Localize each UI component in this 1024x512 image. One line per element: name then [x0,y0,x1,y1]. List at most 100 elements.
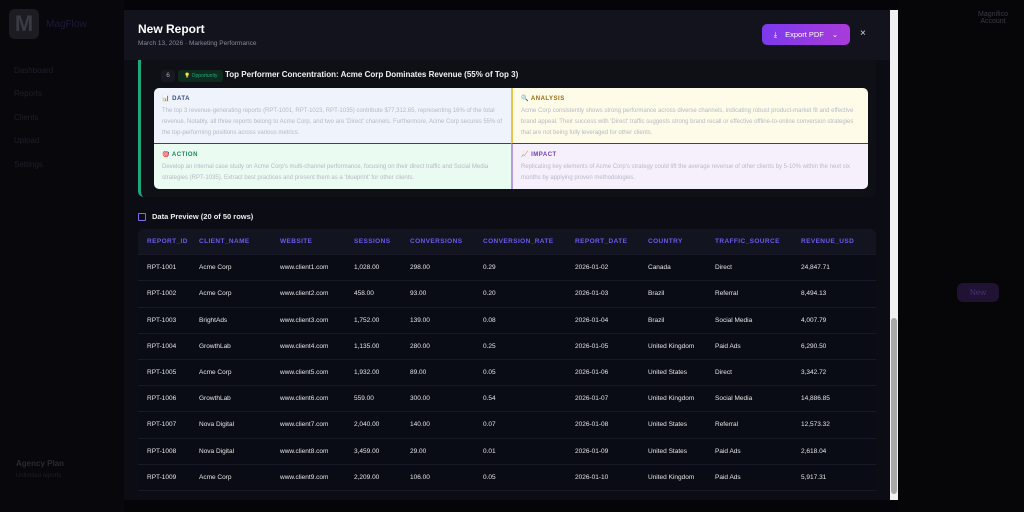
table-cell: www.client1.com [280,264,329,272]
table-cell: RPT-1007 [147,421,177,429]
table-cell: 2026-01-08 [575,421,609,429]
table-cell: Acme Corp [199,369,232,377]
table-row: RPT-1006 GrowthLab www.client6.com 559.00 30… [138,386,876,413]
table-cell: Acme Corp [199,290,232,298]
column-header: COUNTRY [648,238,683,246]
table-cell: RPT-1009 [147,473,177,481]
analysis-label: ANALYSIS [530,96,565,102]
user-role: Account [980,18,1006,25]
data-section: 📊 DATA The top 3 revenue-generating repo… [154,88,511,143]
table-cell: 0.25 [483,342,496,350]
table-cell: 6,290.50 [801,342,827,350]
table-cell: Acme Corp [199,473,232,481]
table-cell: 14,886.85 [801,395,830,403]
table-cell: Nova Digital [199,421,235,429]
sidebar-item-reports[interactable]: Reports [14,89,42,98]
plan-subtitle: Unlimited reports [16,473,62,479]
table-cell: 2,040.00 [354,421,380,429]
sidebar-item-upload[interactable]: Upload [14,136,39,145]
table-icon [138,212,146,221]
table-cell: 300.00 [410,395,430,403]
table-cell: Acme Corp [199,264,232,272]
chart-up-icon: 📈 [521,152,532,158]
table-header: REPORT_ID CLIENT_NAME WEBSITE SESSIONS CONVE… [138,229,876,256]
plan-name: Agency Plan [16,459,65,468]
table-cell: 1,752.00 [354,316,380,324]
insight-card: 6 💡 Opportunity Top Performer Concentrat… [138,60,876,197]
table-row: RPT-1003 BrightAds www.client3.com 1,752.00… [138,307,876,334]
table-cell: Social Media [715,395,753,403]
table-cell: www.client2.com [280,290,329,298]
table-cell: Referral [715,421,739,429]
logo: M [9,9,39,39]
table-cell: Paid Ads [715,342,741,350]
impact-section: 📈 IMPACT Replicating key elements of Acm… [511,143,868,189]
analysis-section: 🔍 ANALYSIS Acme Corp consistently shows … [511,88,868,143]
modal-subtitle: March 13, 2026 · Marketing Performance [138,40,257,47]
table-cell: 12,573.32 [801,421,830,429]
table-row: RPT-1001 Acme Corp www.client1.com 1,028.00… [138,255,876,282]
table-cell: Direct [715,264,732,272]
report-modal: New Report March 13, 2026 · Marketing Pe… [124,10,898,500]
table-cell: Brazil [648,290,665,298]
table-cell: 2026-01-06 [575,369,609,377]
export-pdf-button[interactable]: ⤓ Export PDF ⌄ [762,24,850,45]
column-header: REPORT_DATE [575,238,628,246]
table-cell: United Kingdom [648,473,695,481]
column-header: REPORT_ID [147,238,188,246]
table-cell: 0.05 [483,369,496,377]
table-cell: Referral [715,290,739,298]
insight-title: Top Performer Concentration: Acme Corp D… [225,70,519,79]
scrollbar[interactable] [890,10,898,500]
table-cell: RPT-1006 [147,395,177,403]
table-cell: Social Media [715,316,753,324]
table-cell: Paid Ads [715,473,741,481]
table-cell: GrowthLab [199,395,231,403]
opportunity-badge: 💡 Opportunity [178,70,224,82]
table-cell: RPT-1001 [147,264,177,272]
table-cell: 0.05 [483,473,496,481]
column-header: SESSIONS [354,238,391,246]
data-preview-table: REPORT_ID CLIENT_NAME WEBSITE SESSIONS CONVE… [138,229,876,491]
user-name: Magnifico Account [970,11,1016,25]
column-header: CONVERSIONS [410,238,463,246]
table-cell: 280.00 [410,342,430,350]
impact-label: IMPACT [531,152,557,158]
table-cell: RPT-1002 [147,290,177,298]
table-cell: United States [648,447,688,455]
table-cell: RPT-1008 [147,447,177,455]
sidebar-item-settings[interactable]: Settings [14,160,43,169]
export-label: Export PDF [785,30,824,39]
chart-icon: 📊 [162,96,173,102]
table-cell: 1,028.00 [354,264,380,272]
table-row: RPT-1008 Nova Digital www.client8.com 3,459… [138,438,876,465]
close-button[interactable]: × [860,28,866,39]
table-cell: 2026-01-10 [575,473,609,481]
table-cell: RPT-1003 [147,316,177,324]
table-cell: 2026-01-09 [575,447,609,455]
chevron-down-icon: ⌄ [831,30,839,39]
table-cell: www.client8.com [280,447,329,455]
table-cell: 3,459.00 [354,447,380,455]
data-preview-label: Data Preview (20 of 50 rows) [152,212,254,221]
sidebar-item-clients[interactable]: Clients [14,113,38,122]
user-name-text: Magnifico [978,11,1008,18]
table-cell: www.client3.com [280,316,329,324]
table-cell: United Kingdom [648,342,695,350]
table-row: RPT-1005 Acme Corp www.client5.com 1,932.00… [138,359,876,387]
magnifier-icon: 🔍 [521,96,531,102]
table-cell: 2026-01-07 [575,395,609,403]
new-button: New [957,283,999,302]
table-cell: RPT-1005 [147,369,177,377]
table-cell: 5,917.31 [801,473,827,481]
table-cell: 0.01 [483,447,496,455]
table-cell: Paid Ads [715,447,741,455]
table-cell: 2,618.04 [801,447,827,455]
table-row: RPT-1009 Acme Corp www.client9.com 2,209.00… [138,464,876,491]
scrollbar-thumb[interactable] [891,318,897,494]
table-cell: 29.00 [410,447,427,455]
sidebar-item-dashboard[interactable]: Dashboard [14,66,53,75]
table-cell: 0.20 [483,290,496,298]
table-cell: GrowthLab [199,342,231,350]
table-cell: 298.00 [410,264,430,272]
